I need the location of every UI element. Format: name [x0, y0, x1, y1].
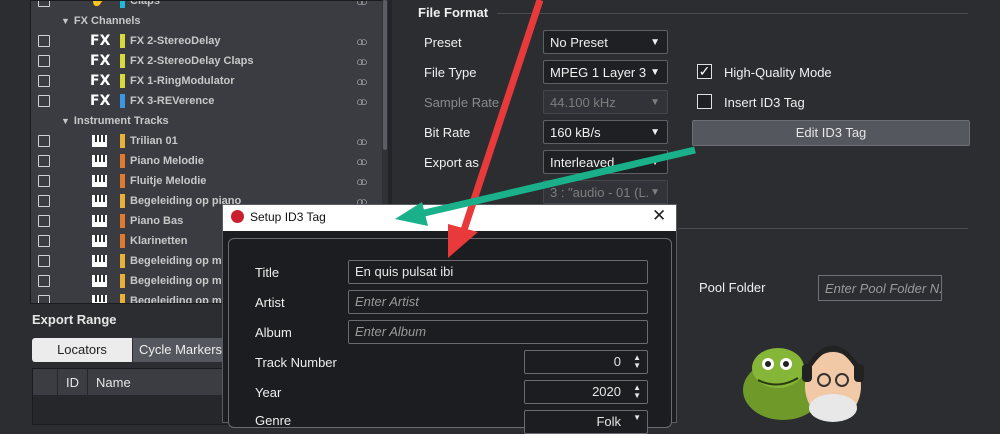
- green-arrow-head: [395, 202, 428, 226]
- red-arrow-head: [448, 224, 478, 258]
- annotation-arrows: [395, 0, 696, 258]
- green-arrow: [419, 146, 696, 218]
